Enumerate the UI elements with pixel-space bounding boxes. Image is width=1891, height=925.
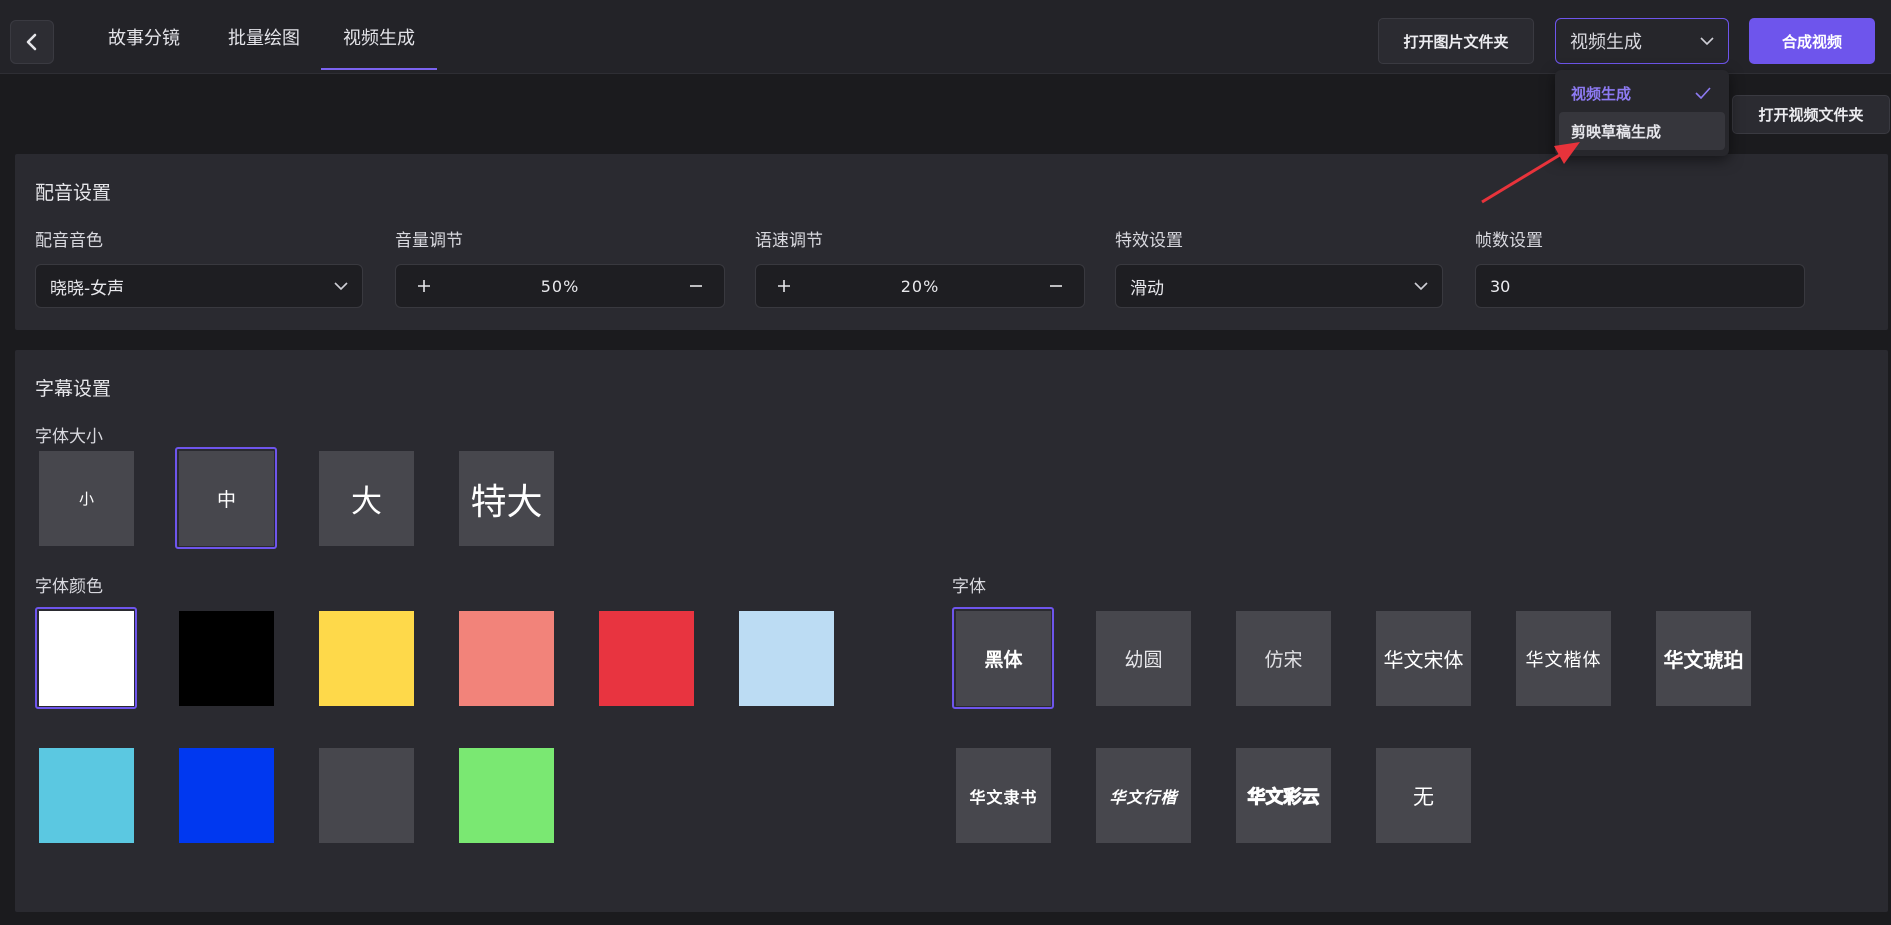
subtitle-settings-panel: 字幕设置 字体大小 小 中 大 特大 字体颜色 字体 黑体 幼圆 仿宋 华文宋体… <box>15 350 1888 912</box>
timbre-label: 配音音色 <box>35 231 103 251</box>
dropdown-option-label: 视频生成 <box>1571 84 1632 103</box>
volume-stepper[interactable]: 50% <box>395 264 725 308</box>
font-option-heiti[interactable]: 黑体 <box>956 611 1051 706</box>
font-size-medium[interactable]: 中 <box>179 451 274 546</box>
font-option-fangsong[interactable]: 仿宋 <box>1236 611 1331 706</box>
voice-settings-panel: 配音设置 配音音色 晓晓-女声 音量调节 50% 语速调节 20% 特效设置 滑… <box>15 154 1888 330</box>
font-size-label: 字体大小 <box>35 427 103 447</box>
font-option-youyuan[interactable]: 幼圆 <box>1096 611 1191 706</box>
chevron-down-icon <box>334 281 348 290</box>
speed-stepper[interactable]: 20% <box>755 264 1085 308</box>
color-swatch-white[interactable] <box>39 611 134 706</box>
minus-icon[interactable] <box>1046 276 1066 296</box>
font-option-stliti[interactable]: 华文隶书 <box>956 748 1051 843</box>
color-swatch-blue[interactable] <box>179 748 274 843</box>
chevron-down-icon <box>1700 36 1714 45</box>
minus-icon[interactable] <box>686 276 706 296</box>
font-size-large[interactable]: 大 <box>319 451 414 546</box>
back-button[interactable] <box>10 20 54 64</box>
chevron-down-icon <box>1414 281 1428 290</box>
font-family-label: 字体 <box>952 577 986 597</box>
tab-batch-draw[interactable]: 批量绘图 <box>222 0 306 74</box>
color-swatch-gray[interactable] <box>319 748 414 843</box>
color-swatch-red[interactable] <box>599 611 694 706</box>
open-image-folder-button[interactable]: 打开图片文件夹 <box>1378 18 1534 64</box>
color-swatch-black[interactable] <box>179 611 274 706</box>
font-size-extra-large[interactable]: 特大 <box>459 451 554 546</box>
tab-story-board[interactable]: 故事分镜 <box>102 0 186 74</box>
plus-icon[interactable] <box>774 276 794 296</box>
chevron-left-icon <box>26 33 37 51</box>
dropdown-option-video-generate[interactable]: 视频生成 <box>1559 74 1725 112</box>
color-swatch-light-blue[interactable] <box>739 611 834 706</box>
panel-title: 字幕设置 <box>35 378 112 400</box>
mode-select-value: 视频生成 <box>1570 32 1642 53</box>
timbre-value: 晓晓-女声 <box>50 278 125 299</box>
color-swatch-cyan[interactable] <box>39 748 134 843</box>
plus-icon[interactable] <box>414 276 434 296</box>
annotation-arrow-icon <box>1481 142 1580 204</box>
panel-title: 配音设置 <box>35 182 112 204</box>
font-size-small[interactable]: 小 <box>39 451 134 546</box>
check-icon <box>1695 87 1711 99</box>
volume-label: 音量调节 <box>395 231 463 251</box>
speed-value: 20% <box>900 276 940 296</box>
fps-field[interactable] <box>1475 264 1805 308</box>
tab-video-generate[interactable]: 视频生成 <box>321 0 437 74</box>
font-option-stkaiti[interactable]: 华文楷体 <box>1516 611 1611 706</box>
effect-label: 特效设置 <box>1115 231 1183 251</box>
color-swatch-salmon[interactable] <box>459 611 554 706</box>
volume-value: 50% <box>540 276 580 296</box>
font-option-stxingkai[interactable]: 华文行楷 <box>1096 748 1191 843</box>
fps-label: 帧数设置 <box>1475 231 1543 251</box>
font-option-stcaiyun[interactable]: 华文彩云 <box>1236 748 1331 843</box>
color-swatch-green[interactable] <box>459 748 554 843</box>
color-swatch-yellow[interactable] <box>319 611 414 706</box>
effect-select[interactable]: 滑动 <box>1115 264 1443 308</box>
effect-value: 滑动 <box>1130 278 1164 299</box>
mode-select[interactable]: 视频生成 <box>1555 18 1729 64</box>
font-color-label: 字体颜色 <box>35 577 103 597</box>
font-option-none[interactable]: 无 <box>1376 748 1471 843</box>
timbre-select[interactable]: 晓晓-女声 <box>35 264 363 308</box>
fps-input[interactable] <box>1476 276 1804 296</box>
compose-video-button[interactable]: 合成视频 <box>1749 18 1875 64</box>
font-option-sthupo[interactable]: 华文琥珀 <box>1656 611 1751 706</box>
speed-label: 语速调节 <box>755 231 823 251</box>
top-bar: 故事分镜 批量绘图 视频生成 打开图片文件夹 视频生成 合成视频 <box>0 0 1891 74</box>
font-option-stsong[interactable]: 华文宋体 <box>1376 611 1471 706</box>
open-video-folder-button[interactable]: 打开视频文件夹 <box>1732 95 1890 134</box>
